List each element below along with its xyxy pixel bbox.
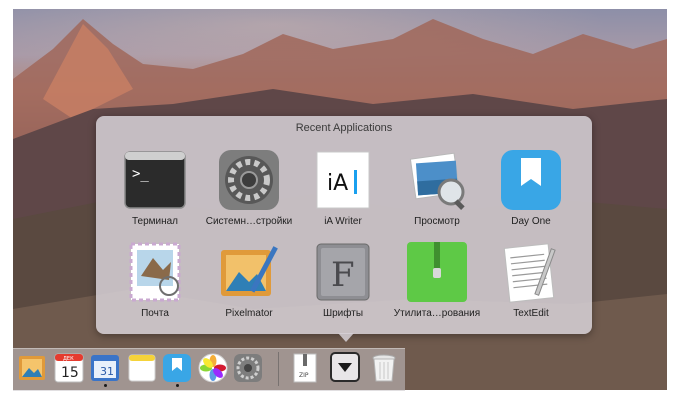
- svg-text:15: 15: [61, 365, 79, 381]
- app-terminal[interactable]: >_ Терминал: [107, 148, 203, 244]
- app-label: Pixelmator: [225, 308, 273, 319]
- calendar-icon[interactable]: ДЕК 15: [54, 353, 84, 383]
- svg-text:31: 31: [100, 365, 114, 378]
- app-day-one[interactable]: Day One: [483, 148, 579, 244]
- popup-pointer: [338, 333, 354, 342]
- running-indicator: [176, 384, 179, 387]
- photo-viewer-icon[interactable]: [18, 353, 48, 383]
- app-label: Системн…стройки: [205, 216, 293, 227]
- svg-text:iA: iA: [327, 171, 348, 196]
- popup-title: Recent Applications: [295, 122, 393, 134]
- app-label: Шрифты: [322, 308, 364, 319]
- app-label: Day One: [511, 216, 551, 227]
- pixelmator-icon: [221, 246, 278, 296]
- day-one-icon: [501, 150, 561, 210]
- terminal-icon: >_: [124, 151, 186, 209]
- app-label: Почта: [141, 308, 169, 319]
- photos-icon[interactable]: [198, 353, 228, 383]
- archive-utility-icon: [407, 242, 467, 302]
- app-label: Терминал: [131, 216, 179, 227]
- stack-down-arrow-icon[interactable]: [330, 352, 360, 382]
- svg-text:ZIP: ZIP: [299, 372, 309, 379]
- app-textedit[interactable]: TextEdit: [483, 240, 579, 336]
- day-one-icon[interactable]: [162, 353, 192, 383]
- preview-icon: [409, 152, 465, 210]
- app-ia-writer[interactable]: iA iA Writer: [295, 148, 391, 244]
- ia-writer-icon: iA: [316, 151, 370, 209]
- trash-icon[interactable]: [369, 353, 399, 383]
- app-label: Просмотр: [414, 216, 460, 227]
- app-label: Утилита…рования: [393, 308, 481, 319]
- recent-applications-popup: Recent Applications >_ Терминал Системн……: [96, 116, 592, 334]
- app-font-book[interactable]: F Шрифты: [295, 240, 391, 336]
- dock-separator: [278, 352, 279, 386]
- app-label: TextEdit: [513, 308, 549, 319]
- app-label: iA Writer: [324, 216, 362, 227]
- app-system-preferences[interactable]: Системн…стройки: [201, 148, 297, 244]
- notes-icon[interactable]: [127, 353, 157, 383]
- app-archive-utility[interactable]: Утилита…рования: [389, 240, 485, 336]
- font-book-icon: F: [316, 243, 370, 301]
- zip-file-icon[interactable]: ZIP: [290, 353, 320, 383]
- app-mail[interactable]: Почта: [107, 240, 203, 336]
- app-pixelmator[interactable]: Pixelmator: [201, 240, 297, 336]
- svg-text:>_: >_: [132, 166, 149, 182]
- running-indicator: [104, 384, 107, 387]
- app-preview[interactable]: Просмотр: [389, 148, 485, 244]
- calendar-blue-icon[interactable]: 31: [90, 353, 120, 383]
- mail-icon: [129, 242, 181, 302]
- svg-text:ДЕК: ДЕК: [63, 356, 74, 362]
- textedit-icon: [503, 243, 556, 303]
- svg-text:F: F: [331, 255, 355, 295]
- system-preferences-icon: [219, 150, 279, 210]
- system-preferences-icon[interactable]: [233, 353, 263, 383]
